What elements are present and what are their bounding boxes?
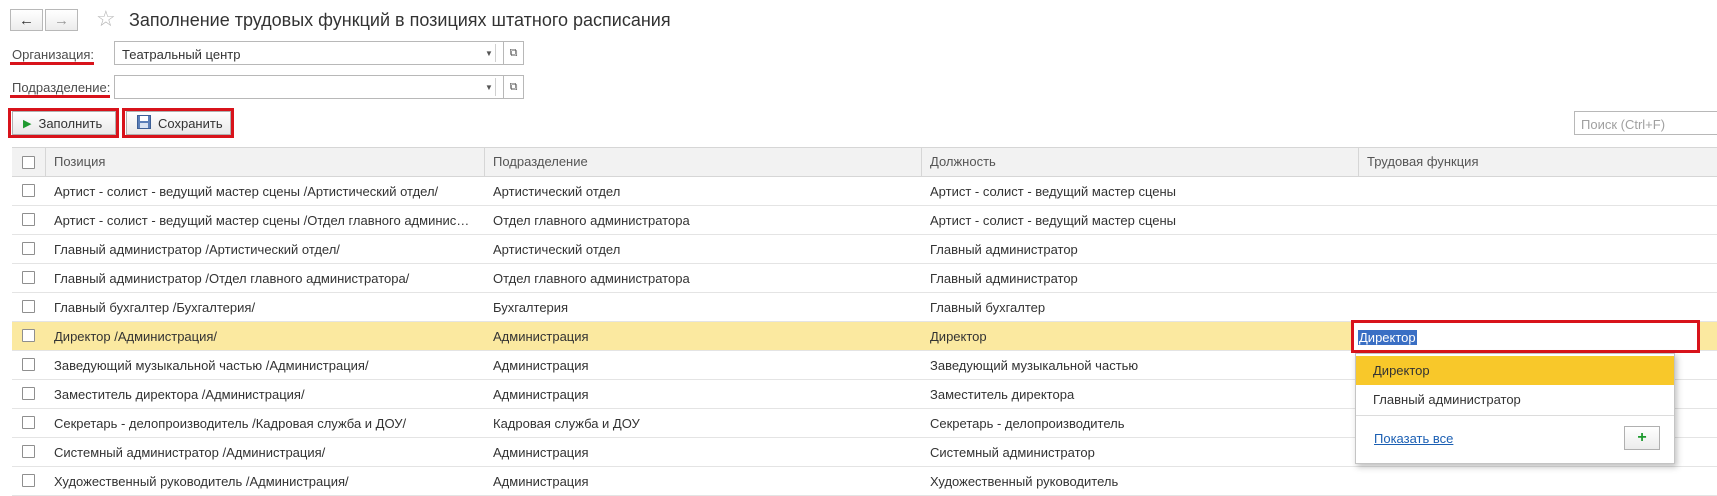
search-placeholder: Поиск (Ctrl+F) xyxy=(1581,117,1666,132)
cell-position: Системный администратор /Администрация/ xyxy=(54,445,326,460)
dropdown-option[interactable]: Главный администратор xyxy=(1356,385,1674,414)
open-window-icon: ⧉ xyxy=(509,46,518,59)
cell-position: Главный бухгалтер /Бухгалтерия/ xyxy=(54,300,256,315)
chevron-down-icon[interactable]: ▼ xyxy=(476,42,502,64)
cell-subdivision: Отдел главного администратора xyxy=(493,271,690,286)
row-checkbox[interactable] xyxy=(22,300,35,313)
show-all-link[interactable]: Показать все xyxy=(1374,431,1453,446)
cell-position: Художественный руководитель /Администрац… xyxy=(54,474,349,489)
save-button[interactable]: Сохранить xyxy=(126,111,231,135)
fill-button-label: Заполнить xyxy=(38,115,103,131)
row-checkbox[interactable] xyxy=(22,358,35,371)
cell-post: Системный администратор xyxy=(930,445,1095,460)
labor-function-editor[interactable]: Директор xyxy=(1351,320,1700,353)
table-header: Позиция Подразделение Должность Трудовая… xyxy=(12,147,1717,177)
cell-subdivision: Администрация xyxy=(493,329,589,344)
table-row[interactable]: Главный администратор /Артистический отд… xyxy=(12,235,1717,264)
organization-value: Театральный центр xyxy=(122,47,241,62)
column-header-labor-function[interactable]: Трудовая функция xyxy=(1367,148,1478,176)
arrow-left-icon: ← xyxy=(19,11,34,29)
column-header-post[interactable]: Должность xyxy=(930,148,996,176)
cell-position: Артист - солист - ведущий мастер сцены /… xyxy=(54,184,439,199)
row-checkbox[interactable] xyxy=(22,329,35,342)
cell-labor-function[interactable] xyxy=(1367,206,1707,235)
labor-function-editor-value: Директор xyxy=(1358,330,1417,345)
page-title: Заполнение трудовых функций в позициях ш… xyxy=(129,10,671,30)
table-row[interactable]: Художественный руководитель /Администрац… xyxy=(12,467,1717,496)
cell-subdivision: Администрация xyxy=(493,445,589,460)
cell-subdivision: Артистический отдел xyxy=(493,184,621,199)
select-all-checkbox[interactable] xyxy=(22,156,35,169)
save-button-label: Сохранить xyxy=(158,115,223,131)
organization-underline xyxy=(10,62,94,65)
dropdown-option[interactable]: Директор xyxy=(1356,356,1674,385)
play-icon: ▶ xyxy=(23,117,32,130)
cell-position: Заместитель директора /Администрация/ xyxy=(54,387,305,402)
organization-field[interactable]: Театральный центр ▼ xyxy=(114,41,523,65)
table-row[interactable]: Главный бухгалтер /Бухгалтерия/ Бухгалте… xyxy=(12,293,1717,322)
cell-labor-function[interactable] xyxy=(1367,177,1707,206)
back-button[interactable]: ← xyxy=(10,9,43,31)
row-checkbox[interactable] xyxy=(22,387,35,400)
row-checkbox[interactable] xyxy=(22,445,35,458)
cell-position: Директор /Администрация/ xyxy=(54,329,218,344)
row-checkbox[interactable] xyxy=(22,474,35,487)
subdivision-open-button[interactable]: ⧉ xyxy=(503,75,524,99)
add-button[interactable]: + xyxy=(1624,426,1660,450)
chevron-down-icon[interactable]: ▼ xyxy=(476,76,502,98)
cell-position: Главный администратор /Отдел главного ад… xyxy=(54,271,410,286)
subdivision-underline xyxy=(10,95,110,98)
cell-subdivision: Бухгалтерия xyxy=(493,300,569,315)
table-row[interactable]: Главный администратор /Отдел главного ад… xyxy=(12,264,1717,293)
cell-subdivision: Администрация xyxy=(493,358,589,373)
cell-post: Артист - солист - ведущий мастер сцены xyxy=(930,184,1177,199)
search-input[interactable]: Поиск (Ctrl+F) xyxy=(1574,111,1717,135)
cell-subdivision: Кадровая служба и ДОУ xyxy=(493,416,640,431)
cell-position: Артист - солист - ведущий мастер сцены /… xyxy=(54,213,470,228)
open-window-icon: ⧉ xyxy=(509,80,518,93)
cell-position: Заведующий музыкальной частью /Администр… xyxy=(54,358,369,373)
row-checkbox[interactable] xyxy=(22,184,35,197)
cell-position: Секретарь - делопроизводитель /Кадровая … xyxy=(54,416,407,431)
cell-post: Заведующий музыкальной частью xyxy=(930,358,1139,373)
cell-post: Секретарь - делопроизводитель xyxy=(930,416,1125,431)
cell-labor-function[interactable] xyxy=(1367,293,1707,322)
cell-post: Главный администратор xyxy=(930,271,1078,286)
row-checkbox[interactable] xyxy=(22,213,35,226)
fill-button[interactable]: ▶ Заполнить xyxy=(12,111,116,135)
column-header-position[interactable]: Позиция xyxy=(54,148,105,176)
cell-labor-function[interactable] xyxy=(1367,264,1707,293)
forward-button[interactable]: → xyxy=(45,9,78,31)
cell-post: Артист - солист - ведущий мастер сцены xyxy=(930,213,1177,228)
row-checkbox[interactable] xyxy=(22,416,35,429)
column-header-subdivision[interactable]: Подразделение xyxy=(493,148,588,176)
table-row[interactable]: Артист - солист - ведущий мастер сцены /… xyxy=(12,206,1717,235)
cell-labor-function[interactable] xyxy=(1367,235,1707,264)
plus-icon: + xyxy=(1637,429,1647,446)
subdivision-label: Подразделение: xyxy=(12,80,111,95)
cell-post: Главный администратор xyxy=(930,242,1078,257)
cell-post: Главный бухгалтер xyxy=(930,300,1046,315)
cell-subdivision: Артистический отдел xyxy=(493,242,621,257)
organization-open-button[interactable]: ⧉ xyxy=(503,41,524,65)
row-checkbox[interactable] xyxy=(22,242,35,255)
cell-subdivision: Отдел главного администратора xyxy=(493,213,690,228)
cell-post: Директор xyxy=(930,329,987,344)
cell-subdivision: Администрация xyxy=(493,474,589,489)
favorite-star-icon[interactable]: ☆ xyxy=(96,6,116,32)
cell-post: Заместитель директора xyxy=(930,387,1075,402)
cell-position: Главный администратор /Артистический отд… xyxy=(54,242,340,257)
subdivision-field[interactable]: ▼ xyxy=(114,75,523,99)
labor-function-dropdown: Директор Главный администратор Показать … xyxy=(1355,353,1675,464)
cell-post: Художественный руководитель xyxy=(930,474,1119,489)
arrow-right-icon: → xyxy=(54,11,69,29)
cell-subdivision: Администрация xyxy=(493,387,589,402)
table-row[interactable]: Артист - солист - ведущий мастер сцены /… xyxy=(12,177,1717,206)
organization-label: Организация: xyxy=(12,47,95,62)
row-checkbox[interactable] xyxy=(22,271,35,284)
floppy-disk-icon xyxy=(137,114,151,132)
